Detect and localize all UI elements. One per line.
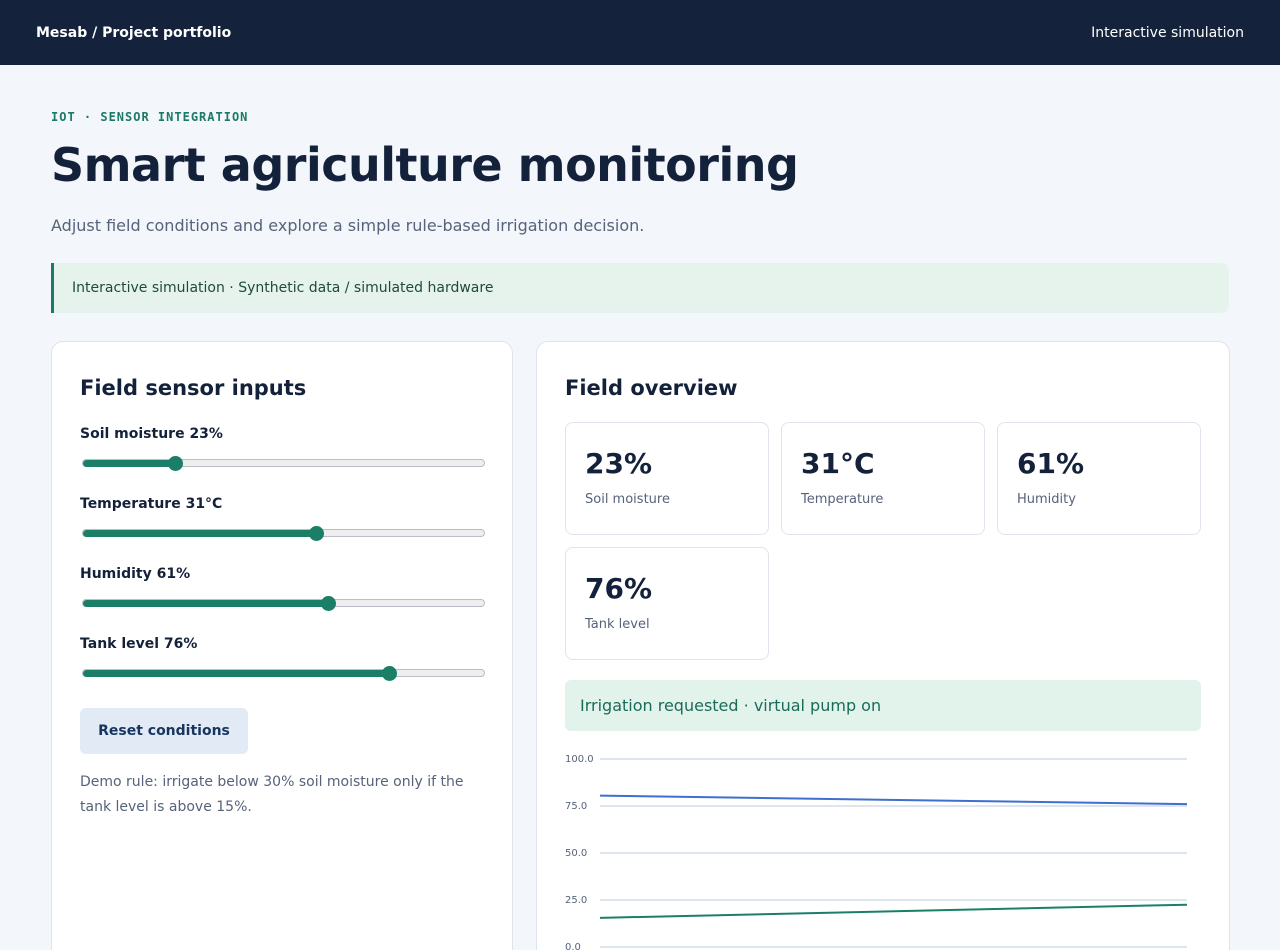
metric-tank-level: 76% Tank level bbox=[565, 547, 769, 660]
metric-soil-moisture: 23% Soil moisture bbox=[565, 422, 769, 535]
y-tick-label: 0.0 bbox=[565, 942, 581, 950]
slider-fill bbox=[83, 600, 329, 607]
columns: Field sensor inputs Soil moisture 23% Te… bbox=[51, 341, 1230, 950]
metric-label: Humidity bbox=[1017, 492, 1076, 507]
reset-conditions-button[interactable]: Reset conditions bbox=[80, 708, 248, 754]
slider-thumb[interactable] bbox=[309, 526, 325, 541]
page-subtitle: Adjust field conditions and explore a si… bbox=[51, 216, 645, 235]
y-tick-label: 50.0 bbox=[565, 848, 587, 859]
main-content: IOT · SENSOR INTEGRATION Smart agricultu… bbox=[0, 110, 1280, 950]
metric-value: 23% bbox=[585, 447, 653, 480]
sensor-inputs-card: Field sensor inputs Soil moisture 23% Te… bbox=[51, 341, 513, 950]
slider-thumb[interactable] bbox=[168, 456, 184, 471]
metric-temperature: 31°C Temperature bbox=[781, 422, 985, 535]
tank-level-group: Tank level 76% bbox=[80, 636, 485, 681]
mode-label: Interactive simulation bbox=[1091, 24, 1244, 41]
brand[interactable]: Mesab / Project portfolio bbox=[36, 25, 231, 41]
humidity-slider[interactable] bbox=[80, 596, 485, 611]
y-tick-label: 25.0 bbox=[565, 895, 587, 906]
metric-label: Tank level bbox=[585, 617, 650, 632]
tank-level-slider[interactable] bbox=[80, 666, 485, 681]
y-tick-label: 75.0 bbox=[565, 801, 587, 812]
soil-moisture-label: Soil moisture 23% bbox=[80, 426, 223, 442]
slider-fill bbox=[83, 670, 389, 677]
slider-fill bbox=[83, 530, 317, 537]
top-bar: Mesab / Project portfolio Interactive si… bbox=[0, 0, 1280, 65]
field-overview-title: Field overview bbox=[565, 376, 738, 400]
field-overview-card: Field overview 23% Soil moisture 31°C Te… bbox=[536, 341, 1230, 950]
temperature-group: Temperature 31°C bbox=[80, 496, 485, 541]
slider-thumb[interactable] bbox=[321, 596, 337, 611]
y-tick-label: 100.0 bbox=[565, 754, 594, 765]
eyebrow: IOT · SENSOR INTEGRATION bbox=[51, 110, 249, 124]
metric-value: 61% bbox=[1017, 447, 1085, 480]
sensor-inputs-title: Field sensor inputs bbox=[80, 376, 307, 400]
slider-thumb[interactable] bbox=[381, 666, 397, 681]
irrigation-status: Irrigation requested · virtual pump on bbox=[565, 680, 1201, 731]
soil-moisture-slider[interactable] bbox=[80, 456, 485, 471]
series-line-0 bbox=[599, 794, 1188, 806]
soil-moisture-group: Soil moisture 23% bbox=[80, 426, 485, 471]
temperature-label: Temperature 31°C bbox=[80, 496, 223, 512]
metrics-grid: 23% Soil moisture 31°C Temperature 61% H… bbox=[565, 422, 1201, 660]
humidity-group: Humidity 61% bbox=[80, 566, 485, 611]
simulation-banner: Interactive simulation · Synthetic data … bbox=[51, 263, 1229, 313]
metric-label: Soil moisture bbox=[585, 492, 670, 507]
metric-value: 76% bbox=[585, 572, 653, 605]
rule-note: Demo rule: irrigate below 30% soil moist… bbox=[80, 774, 464, 815]
humidity-label: Humidity 61% bbox=[80, 566, 191, 582]
sensor-trend-chart: 100.0 75.0 50.0 25.0 0.0 bbox=[565, 754, 1188, 950]
banner-text: Interactive simulation · Synthetic data … bbox=[72, 280, 494, 296]
irrigation-status-text: Irrigation requested · virtual pump on bbox=[580, 696, 882, 715]
metric-label: Temperature bbox=[801, 492, 884, 507]
metric-value: 31°C bbox=[801, 447, 875, 480]
temperature-slider[interactable] bbox=[80, 526, 485, 541]
tank-level-label: Tank level 76% bbox=[80, 636, 198, 652]
series-line-1 bbox=[599, 903, 1188, 919]
page-title: Smart agriculture monitoring bbox=[51, 138, 799, 192]
metric-humidity: 61% Humidity bbox=[997, 422, 1201, 535]
slider-fill bbox=[83, 460, 176, 467]
